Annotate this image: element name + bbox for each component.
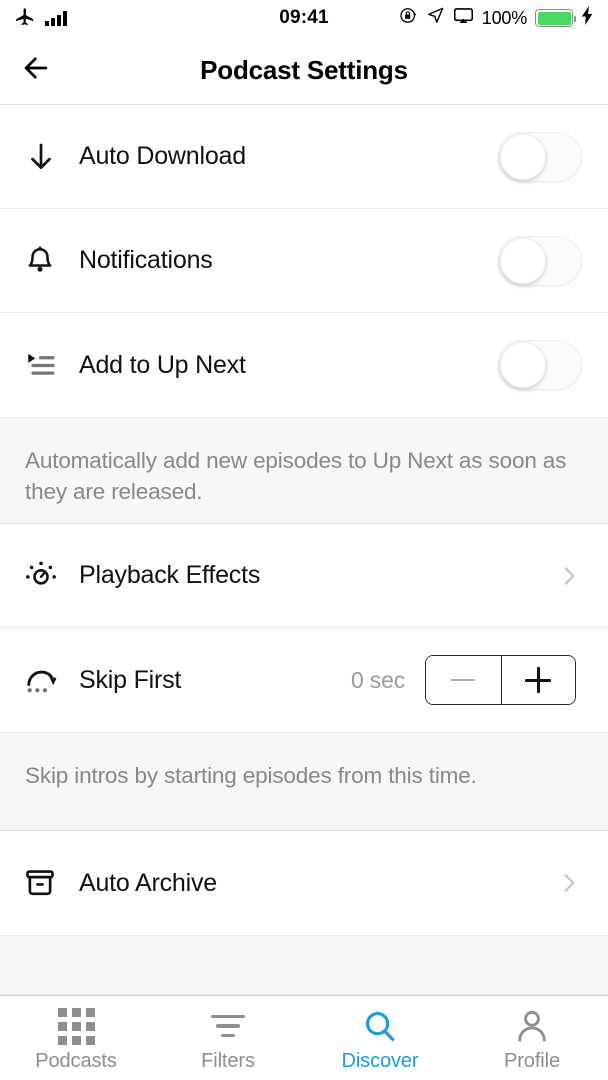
podcast-settings-screen: 09:41 100% Podcast Settings Auto Downloa… xyxy=(0,0,608,1080)
toggle-knob xyxy=(500,237,546,284)
settings-row-notifications[interactable]: Notifications xyxy=(0,209,608,313)
settings-row-add-to-up-next[interactable]: Add to Up Next xyxy=(0,313,608,417)
person-icon xyxy=(514,1008,550,1044)
tab-label: Discover xyxy=(341,1050,419,1072)
settings-row-label: Notifications xyxy=(79,246,213,274)
skip-forward-icon xyxy=(24,658,68,702)
tab-discover[interactable]: Discover xyxy=(304,996,456,1080)
settings-row-playback-effects[interactable]: Playback Effects xyxy=(0,524,608,628)
skip-first-value: 0 sec xyxy=(351,666,405,693)
status-bar-clock: 09:41 xyxy=(279,7,329,28)
settings-row-label: Auto Archive xyxy=(79,868,217,897)
status-bar-center: 09:41 xyxy=(279,7,329,29)
chevron-right-icon xyxy=(556,870,582,896)
skip-first-decrement-button[interactable] xyxy=(426,656,501,704)
settings-list: Auto Download Notifications Add to Up Ne… xyxy=(0,105,608,995)
filter-lines-icon xyxy=(211,1008,245,1044)
tab-label: Podcasts xyxy=(35,1050,117,1072)
add-to-up-next-toggle[interactable] xyxy=(498,340,582,390)
tab-podcasts[interactable]: Podcasts xyxy=(0,996,152,1080)
settings-row-label: Auto Download xyxy=(79,142,246,170)
screen-mirroring-icon xyxy=(453,5,474,31)
section-spacer xyxy=(0,935,608,995)
grid-icon xyxy=(57,1007,95,1045)
speedometer-icon xyxy=(24,554,68,598)
skip-first-description: Skip intros by starting episodes from th… xyxy=(0,732,608,831)
settings-row-label: Playback Effects xyxy=(79,561,261,589)
search-icon xyxy=(362,1008,398,1044)
tab-bar: Podcasts Filters Discover Profile xyxy=(0,995,608,1080)
status-bar-right: 100% xyxy=(329,5,594,31)
back-button[interactable] xyxy=(8,36,64,104)
status-bar: 09:41 100% xyxy=(0,0,608,36)
tab-label: Profile xyxy=(504,1050,560,1072)
settings-row-label: Add to Up Next xyxy=(79,350,246,379)
toggle-knob xyxy=(500,133,546,180)
battery-percent-label: 100% xyxy=(481,7,528,28)
signal-bars-icon xyxy=(45,10,67,26)
settings-row-auto-download[interactable]: Auto Download xyxy=(0,105,608,209)
settings-row-auto-archive[interactable]: Auto Archive xyxy=(0,831,608,935)
battery-icon xyxy=(535,9,577,27)
tab-profile[interactable]: Profile xyxy=(456,996,608,1080)
settings-row-label: Skip First xyxy=(79,665,182,694)
tab-label: Filters xyxy=(201,1050,255,1072)
location-arrow-icon xyxy=(426,6,445,30)
skip-first-stepper[interactable] xyxy=(425,655,576,705)
add-to-up-next-description: Automatically add new episodes to Up Nex… xyxy=(0,417,608,524)
settings-row-skip-first[interactable]: Skip First 0 sec xyxy=(0,628,608,732)
plus-icon xyxy=(525,667,552,693)
page-title: Podcast Settings xyxy=(200,54,408,85)
airplane-icon xyxy=(14,5,36,32)
minus-icon xyxy=(451,678,476,682)
navigation-bar: Podcast Settings xyxy=(0,36,608,105)
back-arrow-icon xyxy=(19,51,53,90)
skip-first-increment-button[interactable] xyxy=(500,656,575,704)
playlist-queue-icon xyxy=(24,343,68,387)
bell-icon xyxy=(24,239,68,283)
status-bar-left xyxy=(14,5,279,32)
notifications-toggle[interactable] xyxy=(498,235,582,286)
rotation-lock-icon xyxy=(399,6,418,30)
lightning-bolt-icon xyxy=(581,6,594,30)
tab-filters[interactable]: Filters xyxy=(152,996,304,1080)
archive-box-icon xyxy=(24,861,68,905)
toggle-knob xyxy=(500,342,546,388)
download-arrow-icon xyxy=(24,135,68,179)
auto-download-toggle[interactable] xyxy=(498,131,582,182)
chevron-right-icon xyxy=(556,563,582,589)
